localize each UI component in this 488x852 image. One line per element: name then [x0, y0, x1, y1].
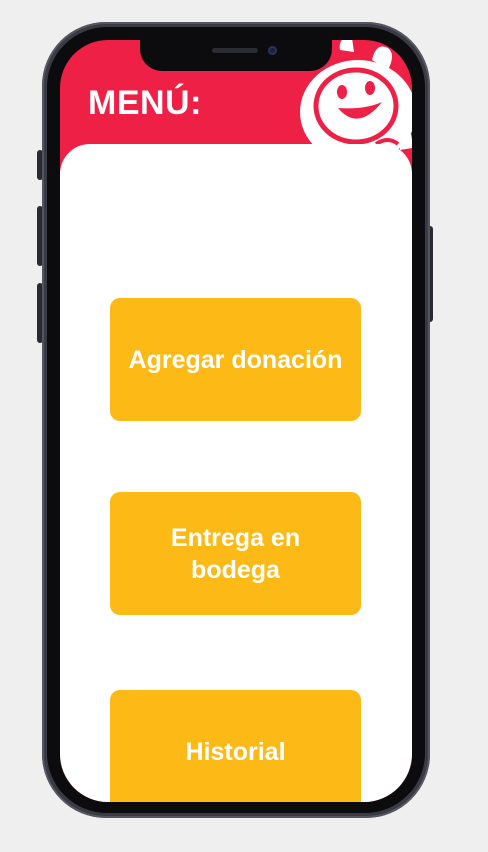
phone-screen: MENÚ: Agregar donación Entrega en bodega… — [60, 40, 412, 802]
page-title: MENÚ: — [88, 84, 202, 122]
add-donation-button[interactable]: Agregar donación — [110, 298, 361, 421]
app-canvas: MENÚ: Agregar donación Entrega en bodega… — [0, 0, 488, 852]
front-camera-icon — [268, 46, 277, 55]
history-button[interactable]: Historial — [110, 690, 361, 802]
earpiece-speaker — [212, 48, 258, 53]
menu-card: Agregar donación Entrega en bodega Histo… — [60, 144, 412, 802]
warehouse-delivery-button[interactable]: Entrega en bodega — [110, 492, 361, 615]
